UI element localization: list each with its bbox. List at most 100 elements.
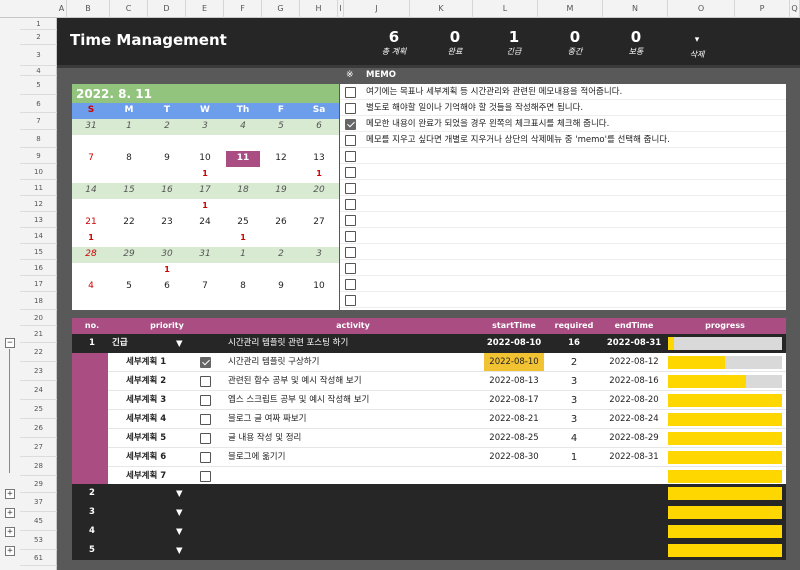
calendar-day[interactable]: 17 — [186, 185, 224, 195]
memo-checkbox[interactable] — [345, 199, 356, 210]
row-header-17[interactable]: 17 — [20, 276, 57, 292]
column-header-b[interactable]: B — [67, 0, 110, 18]
subtask-row[interactable]: 세부계획 3 엡스 스크립트 공부 및 예시 작성해 보기 2022-08-17 3 2… — [108, 391, 786, 410]
row-header-10[interactable]: 10 — [20, 164, 57, 180]
memo-checkbox[interactable] — [345, 103, 356, 114]
subtask-activity[interactable]: 블로그에 옮기기 — [228, 448, 285, 467]
delete-dropdown-icon[interactable]: ▾ — [672, 31, 722, 49]
row-header-13[interactable]: 13 — [20, 212, 57, 228]
row-header-7[interactable]: 7 — [20, 113, 57, 130]
calendar-day[interactable]: 23 — [148, 217, 186, 227]
row-header-16[interactable]: 16 — [20, 260, 57, 276]
row-header-3[interactable]: 3 — [20, 45, 57, 66]
row-header-18[interactable]: 18 — [20, 292, 57, 310]
column-header-d[interactable]: D — [148, 0, 186, 18]
column-header-k[interactable]: K — [410, 0, 473, 18]
row-header-8[interactable]: 8 — [20, 130, 57, 148]
calendar-day[interactable]: 20 — [300, 185, 338, 195]
row-header-25[interactable]: 25 — [20, 400, 57, 419]
delete-menu[interactable]: ▾ 삭제 — [672, 31, 722, 61]
calendar-day[interactable]: 6 — [148, 281, 186, 291]
column-header-e[interactable]: E — [186, 0, 224, 18]
memo-checkbox[interactable] — [345, 87, 356, 98]
memo-checkbox[interactable] — [345, 231, 356, 242]
row-header-24[interactable]: 24 — [20, 381, 57, 400]
calendar-day[interactable]: 10 — [186, 153, 224, 163]
subtask-row[interactable]: 세부계획 4 블로그 글 여짜 짜보기 2022-08-21 3 2022-08-24 — [108, 410, 786, 429]
subtask-checkbox[interactable] — [200, 357, 211, 368]
calendar-day[interactable]: 19 — [262, 185, 300, 195]
row-header-37[interactable]: 37 — [20, 493, 57, 512]
row-header-26[interactable]: 26 — [20, 419, 57, 438]
row-header-21[interactable]: 21 — [20, 326, 57, 343]
subtask-checkbox[interactable] — [200, 471, 211, 482]
row-header-45[interactable]: 45 — [20, 512, 57, 531]
memo-checkbox[interactable] — [345, 151, 356, 162]
calendar-day[interactable]: 21 — [72, 217, 110, 227]
row-header-20[interactable]: 20 — [20, 310, 57, 326]
calendar-day[interactable]: 3 — [300, 249, 338, 259]
calendar-day[interactable]: 6 — [300, 121, 338, 131]
group-expand-icon[interactable]: + — [5, 527, 15, 537]
subtask-row[interactable]: 세부계획 6 블로그에 옮기기 2022-08-30 1 2022-08-31 — [108, 448, 786, 467]
memo-checkbox[interactable] — [345, 167, 356, 178]
priority-dropdown-icon[interactable]: ▼ — [176, 504, 183, 523]
priority-dropdown-icon[interactable]: ▼ — [176, 542, 183, 561]
subtask-checkbox[interactable] — [200, 452, 211, 463]
calendar-day[interactable]: 27 — [300, 217, 338, 227]
subtask-activity[interactable]: 엡스 스크립트 공부 및 예시 작성해 보기 — [228, 391, 369, 410]
memo-checkbox[interactable] — [345, 295, 356, 306]
calendar-day[interactable]: 14 — [72, 185, 110, 195]
collapsed-task-row[interactable]: 5 ▼ — [72, 541, 786, 560]
column-header-o[interactable]: O — [668, 0, 735, 18]
calendar-day[interactable]: 4 — [224, 121, 262, 131]
memo-checkbox[interactable] — [345, 183, 356, 194]
calendar-day[interactable]: 5 — [262, 121, 300, 131]
subtask-row[interactable]: 세부계획 5 글 내용 작성 및 정리 2022-08-25 4 2022-08-29 — [108, 429, 786, 448]
row-header-5[interactable]: 5 — [20, 76, 57, 95]
calendar-day[interactable]: 9 — [262, 281, 300, 291]
memo-checkbox[interactable] — [345, 263, 356, 274]
column-header-f[interactable]: F — [224, 0, 262, 18]
row-header-28[interactable]: 28 — [20, 457, 57, 476]
calendar-day[interactable]: 29 — [110, 249, 148, 259]
row-header-15[interactable]: 15 — [20, 244, 57, 260]
memo-text[interactable]: 메모한 내용이 완료가 되었을 경우 왼쪽의 체크표시를 체크해 줍니다. — [366, 116, 609, 132]
column-header-j[interactable]: J — [344, 0, 410, 18]
calendar-day[interactable]: 1 — [110, 121, 148, 131]
calendar-day[interactable]: 24 — [186, 217, 224, 227]
memo-checkbox[interactable] — [345, 247, 356, 258]
calendar-day[interactable]: 18 — [224, 185, 262, 195]
memo-text[interactable]: 별도로 해야할 일이나 기억해야 할 것들을 작성해주면 됩니다. — [366, 100, 583, 116]
calendar-day[interactable]: 7 — [72, 153, 110, 163]
calendar-day[interactable]: 3 — [186, 121, 224, 131]
calendar-day[interactable]: 13 — [300, 153, 338, 163]
collapsed-task-row[interactable]: 2 ▼ — [72, 484, 786, 503]
calendar-day[interactable]: 31 — [72, 121, 110, 131]
memo-checkbox[interactable] — [345, 119, 356, 130]
column-header-a[interactable]: A — [57, 0, 67, 18]
group-expand-icon[interactable]: + — [5, 489, 15, 499]
column-header-l[interactable]: L — [473, 0, 538, 18]
calendar-day[interactable]: 1 — [224, 249, 262, 259]
calendar-day[interactable]: 7 — [186, 281, 224, 291]
memo-checkbox[interactable] — [345, 215, 356, 226]
row-header-11[interactable]: 11 — [20, 180, 57, 196]
memo-text[interactable]: 여기에는 목표나 세부계획 등 시간관리와 관련된 메모내용을 적어줍니다. — [366, 84, 622, 100]
priority-dropdown-icon[interactable]: ▼ — [176, 485, 183, 504]
calendar-day[interactable]: 4 — [72, 281, 110, 291]
calendar-day[interactable]: 15 — [110, 185, 148, 195]
row-header-27[interactable]: 27 — [20, 438, 57, 457]
memo-checkbox[interactable] — [345, 135, 356, 146]
calendar-day[interactable]: 30 — [148, 249, 186, 259]
calendar-day[interactable]: 22 — [110, 217, 148, 227]
column-header-p[interactable]: P — [735, 0, 790, 18]
column-header-c[interactable]: C — [110, 0, 148, 18]
calendar-day[interactable]: 12 — [262, 153, 300, 163]
subtask-activity[interactable]: 블로그 글 여짜 짜보기 — [228, 410, 307, 429]
column-header-h[interactable]: H — [300, 0, 338, 18]
task-priority[interactable]: 긴급 — [112, 334, 128, 353]
memo-checkbox[interactable] — [345, 279, 356, 290]
group-collapse-icon[interactable]: − — [5, 338, 15, 348]
row-header-29[interactable]: 29 — [20, 476, 57, 493]
